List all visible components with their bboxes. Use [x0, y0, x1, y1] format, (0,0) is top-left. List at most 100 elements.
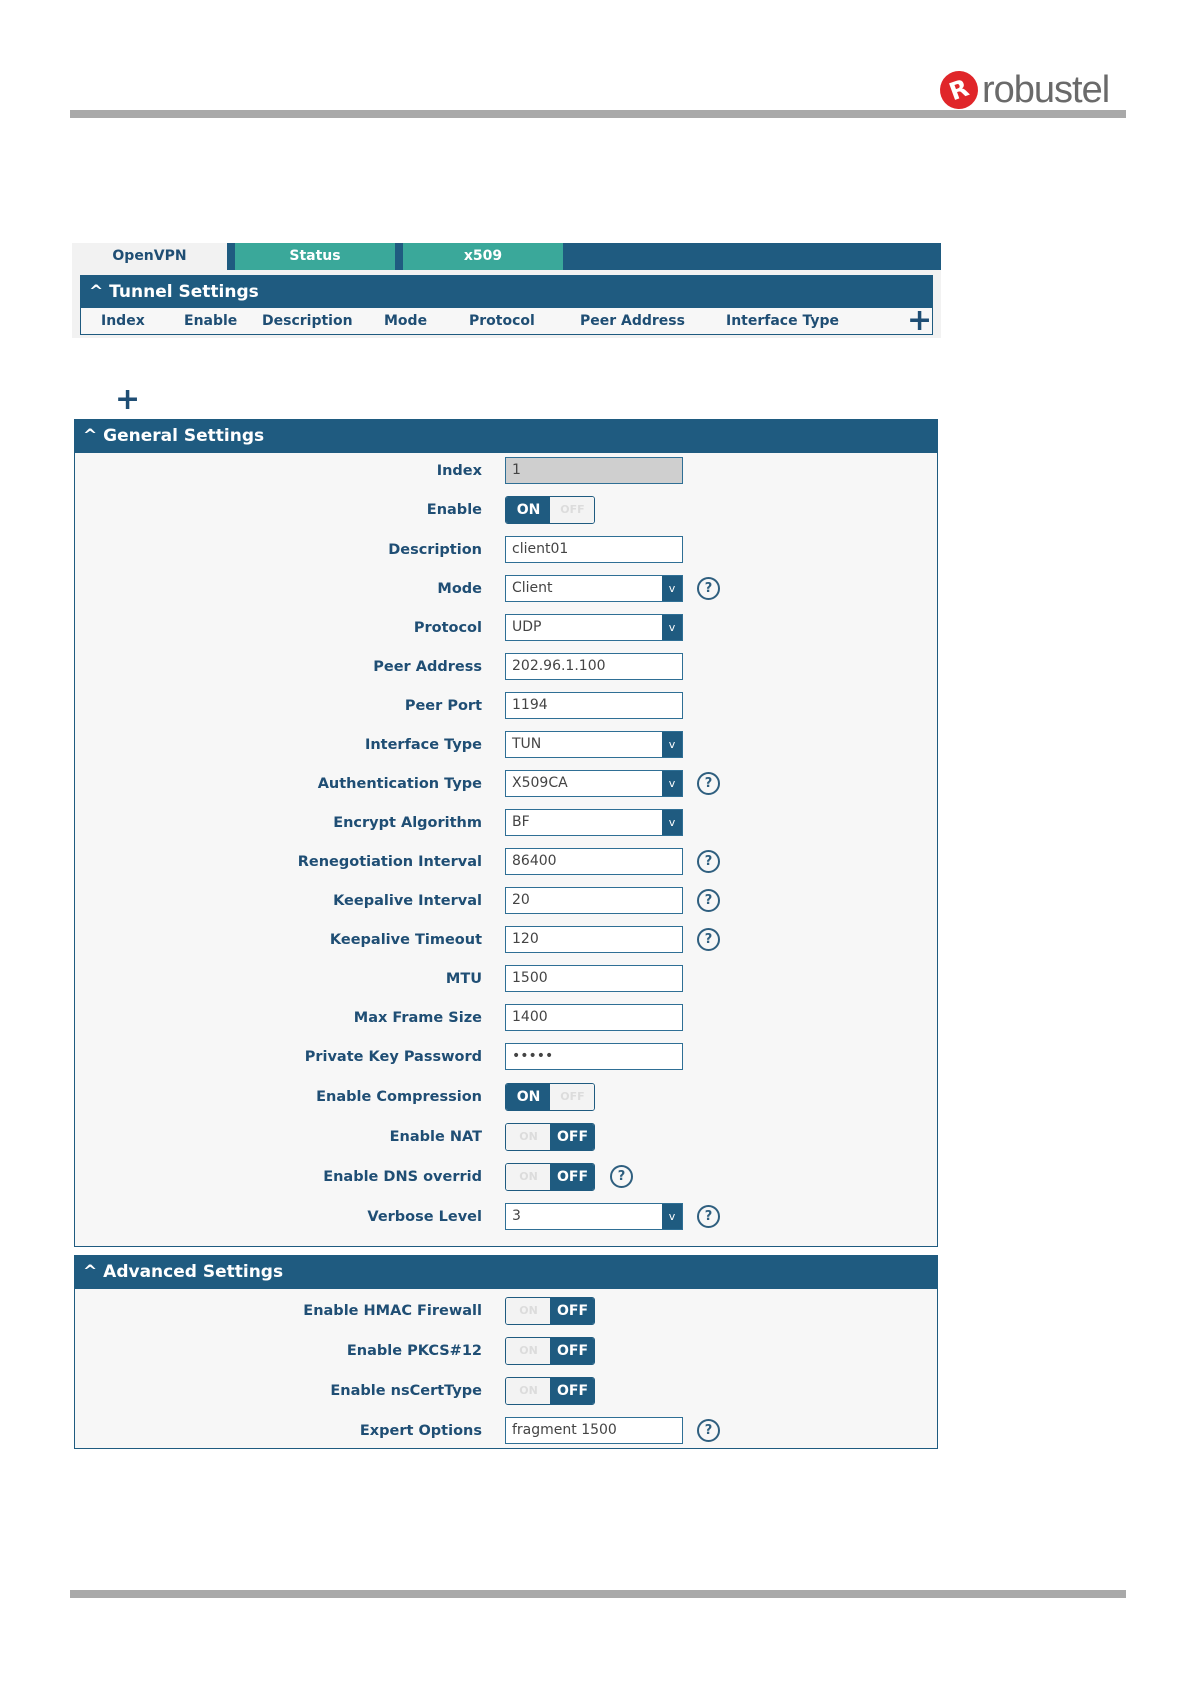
tunnel-settings-title: Tunnel Settings	[109, 282, 259, 302]
row-enable-nscerttype: Enable nsCertType ON OFF	[75, 1376, 937, 1406]
enable-pkcs12-toggle[interactable]: ON OFF	[505, 1337, 595, 1365]
advanced-settings-panel: ^ Advanced Settings Enable HMAC Firewall…	[74, 1255, 938, 1449]
row-index: Index 1	[75, 456, 937, 486]
enable-hmac-firewall-label: Enable HMAC Firewall	[303, 1303, 482, 1319]
mode-select-value: Client	[512, 580, 553, 596]
row-description: Description client01	[75, 535, 937, 565]
tab-x509[interactable]: x509	[403, 243, 563, 270]
peer-port-label: Peer Port	[404, 698, 482, 714]
mtu-label: MTU	[445, 971, 482, 987]
toggle-off-segment: OFF	[550, 1378, 594, 1404]
help-icon[interactable]: ?	[697, 772, 720, 795]
interface-type-label: Interface Type	[364, 737, 482, 753]
collapse-chevron-icon: ^	[89, 282, 104, 302]
help-icon[interactable]: ?	[697, 889, 720, 912]
column-header-interface-type: Interface Type	[726, 313, 840, 329]
encrypt-algorithm-select[interactable]: BF v	[505, 809, 683, 836]
chevron-down-icon: v	[662, 771, 682, 796]
description-input[interactable]: client01	[505, 536, 683, 563]
row-peer-port: Peer Port 1194	[75, 691, 937, 721]
index-field: 1	[505, 457, 683, 484]
verbose-level-select-value: 3	[512, 1208, 521, 1224]
tunnel-settings-header[interactable]: ^ Tunnel Settings	[81, 276, 932, 308]
robustel-logo: R robustel	[934, 65, 1120, 115]
help-icon[interactable]: ?	[697, 1419, 720, 1442]
help-icon[interactable]: ?	[610, 1165, 633, 1188]
tunnel-table-header-row: Index Enable Description Mode Protocol P…	[81, 306, 932, 336]
enable-compression-label: Enable Compression	[316, 1089, 482, 1105]
row-enable-pkcs12: Enable PKCS#12 ON OFF	[75, 1336, 937, 1366]
tab-bar: OpenVPN Status x509	[72, 243, 941, 270]
row-keepalive-interval: Keepalive Interval 20 ?	[75, 886, 937, 916]
description-label: Description	[388, 542, 482, 558]
enable-compression-toggle[interactable]: ON OFF	[505, 1083, 595, 1111]
max-frame-size-input[interactable]: 1400	[505, 1004, 683, 1031]
toggle-on-segment: ON	[506, 1164, 551, 1190]
row-enable-dns-override: Enable DNS overrid ON OFF ?	[75, 1162, 937, 1192]
chevron-down-icon: v	[662, 732, 682, 757]
peer-address-input[interactable]: 202.96.1.100	[505, 653, 683, 680]
toggle-on-segment: ON	[506, 1338, 551, 1364]
expert-options-label: Expert Options	[359, 1423, 482, 1439]
interface-type-select-value: TUN	[512, 736, 542, 752]
interface-type-select[interactable]: TUN v	[505, 731, 683, 758]
row-verbose-level: Verbose Level 3 v ?	[75, 1202, 937, 1232]
row-authentication-type: Authentication Type X509CA v ?	[75, 769, 937, 799]
header-divider	[70, 110, 1126, 118]
enable-dns-override-label: Enable DNS overrid	[323, 1169, 482, 1185]
advanced-settings-header[interactable]: ^ Advanced Settings	[75, 1256, 937, 1289]
row-expert-options: Expert Options fragment 1500 ?	[75, 1416, 937, 1446]
enable-pkcs12-label: Enable PKCS#12	[346, 1343, 482, 1359]
protocol-select[interactable]: UDP v	[505, 614, 683, 641]
keepalive-interval-input[interactable]: 20	[505, 887, 683, 914]
enable-hmac-firewall-toggle[interactable]: ON OFF	[505, 1297, 595, 1325]
help-icon[interactable]: ?	[697, 850, 720, 873]
enable-label: Enable	[426, 502, 482, 518]
renegotiation-interval-label: Renegotiation Interval	[297, 854, 482, 870]
verbose-level-label: Verbose Level	[367, 1209, 482, 1225]
encrypt-algorithm-select-value: BF	[512, 814, 530, 830]
peer-port-input[interactable]: 1194	[505, 692, 683, 719]
column-header-protocol: Protocol	[469, 313, 535, 329]
enable-nat-toggle[interactable]: ON OFF	[505, 1123, 595, 1151]
help-icon[interactable]: ?	[697, 928, 720, 951]
toggle-off-segment: OFF	[550, 1298, 594, 1324]
collapse-chevron-icon: ^	[83, 1262, 98, 1282]
authentication-type-select[interactable]: X509CA v	[505, 770, 683, 797]
authentication-type-select-value: X509CA	[512, 775, 568, 791]
chevron-down-icon: v	[662, 810, 682, 835]
add-plus-icon[interactable]: +	[115, 385, 140, 415]
toggle-off-segment: OFF	[550, 1164, 594, 1190]
private-key-password-input[interactable]: •••••	[505, 1043, 683, 1070]
enable-dns-override-toggle[interactable]: ON OFF	[505, 1163, 595, 1191]
general-settings-panel: ^ General Settings Index 1 Enable ON OFF…	[74, 419, 938, 1247]
row-private-key-password: Private Key Password •••••	[75, 1042, 937, 1072]
toggle-off-segment: OFF	[550, 1084, 594, 1110]
general-settings-title: General Settings	[103, 426, 265, 446]
renegotiation-interval-input[interactable]: 86400	[505, 848, 683, 875]
row-enable: Enable ON OFF	[75, 495, 937, 525]
help-icon[interactable]: ?	[697, 1205, 720, 1228]
enable-nscerttype-label: Enable nsCertType	[330, 1383, 482, 1399]
tab-status[interactable]: Status	[235, 243, 403, 270]
robustel-logo-text: robustel	[982, 68, 1110, 111]
keepalive-timeout-input[interactable]: 120	[505, 926, 683, 953]
toggle-on-segment: ON	[506, 1378, 551, 1404]
add-tunnel-plus-icon[interactable]: +	[907, 306, 932, 336]
general-settings-header[interactable]: ^ General Settings	[75, 420, 937, 453]
column-header-peer-address: Peer Address	[580, 313, 685, 329]
verbose-level-select[interactable]: 3 v	[505, 1203, 683, 1230]
enable-nscerttype-toggle[interactable]: ON OFF	[505, 1377, 595, 1405]
help-icon[interactable]: ?	[697, 577, 720, 600]
column-header-index: Index	[101, 313, 145, 329]
peer-address-label: Peer Address	[373, 659, 482, 675]
enable-toggle[interactable]: ON OFF	[505, 496, 595, 524]
robustel-logo-mark-icon: R	[934, 65, 984, 115]
mode-select[interactable]: Client v	[505, 575, 683, 602]
keepalive-timeout-label: Keepalive Timeout	[329, 932, 482, 948]
expert-options-input[interactable]: fragment 1500	[505, 1417, 683, 1444]
mtu-input[interactable]: 1500	[505, 965, 683, 992]
column-header-description: Description	[262, 313, 353, 329]
row-mtu: MTU 1500	[75, 964, 937, 994]
tab-openvpn[interactable]: OpenVPN	[72, 243, 235, 270]
